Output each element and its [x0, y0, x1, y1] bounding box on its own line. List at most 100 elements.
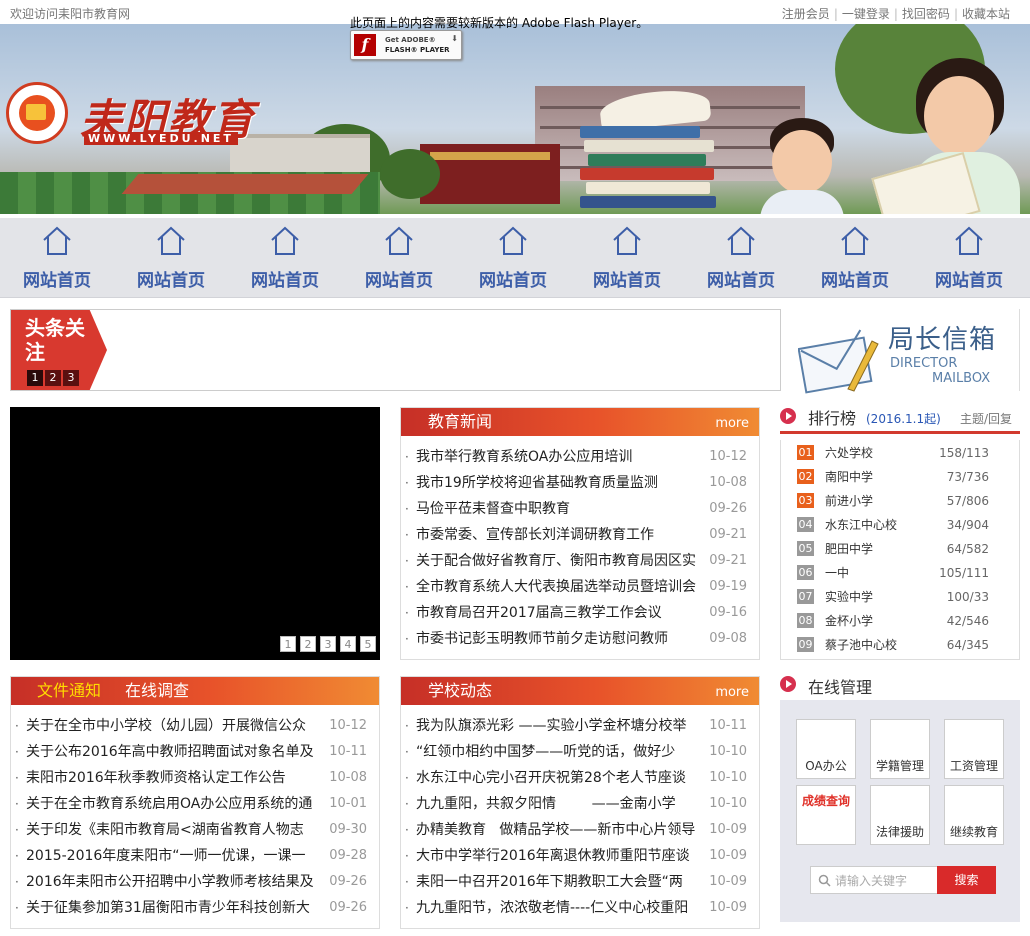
ranking-row[interactable]: 05 肥田中学 64/582 [781, 537, 1019, 561]
slide-page-1[interactable]: 1 [280, 636, 296, 652]
list-item[interactable]: · 2016年耒阳市公开招聘中小学教师考核结果及 09-26 [11, 869, 379, 895]
nav-item-home[interactable]: 网站首页 [570, 218, 684, 298]
mailbox-subtitle-2: MAILBOX [932, 371, 991, 386]
ranking-row[interactable]: 01 六处学校 158/113 [781, 441, 1019, 465]
more-link[interactable]: more [715, 685, 749, 700]
list-item[interactable]: · 耒阳一中召开2016年下期教职工大会暨“两 10-09 [401, 869, 759, 895]
register-link[interactable]: 注册会员 [782, 7, 830, 21]
oa-office-button[interactable]: OA办公 [796, 719, 856, 779]
list-item[interactable]: · 大市中学举行2016年离退休教师重阳节座谈 10-09 [401, 843, 759, 869]
nav-item-home[interactable]: 网站首页 [0, 218, 114, 298]
panel-header: 学校动态 more [401, 677, 759, 705]
link-divider: | [953, 7, 958, 21]
ranking-row[interactable]: 08 金杯小学 42/546 [781, 609, 1019, 633]
nav-item-home[interactable]: 网站首页 [684, 218, 798, 298]
headline-box: 头条关注 123 [10, 309, 781, 391]
search-icon [818, 874, 831, 887]
ranking-row[interactable]: 09 蔡子池中心校 64/345 [781, 633, 1019, 657]
ranking-row[interactable]: 06 一中 105/111 [781, 561, 1019, 585]
arrow-circle-icon [780, 676, 796, 692]
more-link[interactable]: more [715, 416, 749, 431]
bookmark-link[interactable]: 收藏本站 [962, 7, 1010, 21]
slide-page-2[interactable]: 2 [300, 636, 316, 652]
list-item[interactable]: · 九九重阳，共叙夕阳情 ——金南小学 10-10 [401, 791, 759, 817]
flash-logo-icon: f [354, 34, 376, 56]
continuing-education-button[interactable]: 继续教育 [944, 785, 1004, 845]
headline-page-1[interactable]: 1 [27, 370, 43, 386]
salary-management-button[interactable]: 工资管理 [944, 719, 1004, 779]
list-item[interactable]: · 我市19所学校将迎省基础教育质量监测 10-08 [401, 470, 759, 496]
list-item[interactable]: · 2015-2016年度耒阳市“一师一优课，一课一 09-28 [11, 843, 379, 869]
nav-item-home[interactable]: 网站首页 [342, 218, 456, 298]
home-icon [43, 226, 71, 255]
ranking-row[interactable]: 07 实验中学 100/33 [781, 585, 1019, 609]
flash-button-line1: Get ADOBE® [385, 36, 436, 44]
video-slideshow[interactable]: 12345 [10, 407, 380, 660]
header-banner: 耒阳教育 WWW.LYEDU.NET [0, 24, 1030, 214]
list-item[interactable]: · 市委书记彭玉明教师节前夕走访慰问教师 09-08 [401, 626, 759, 652]
list-item[interactable]: · 关于在全市中小学校（幼儿园）开展微信公众 10-12 [11, 713, 379, 739]
director-mailbox[interactable]: 局长信箱 DIRECTOR MAILBOX [790, 309, 1020, 394]
online-management-title: 在线管理 [808, 678, 873, 697]
legal-aid-button[interactable]: 法律援助 [870, 785, 930, 845]
headline-badge-text: 头条关注 [25, 316, 85, 364]
list-item[interactable]: · 关于配合做好省教育厅、衡阳市教育局因区实 09-21 [401, 548, 759, 574]
headline-page-2[interactable]: 2 [45, 370, 61, 386]
envelope-icon [798, 329, 879, 394]
tab-online-survey[interactable]: 在线调查 [125, 677, 189, 705]
school-news-list: · 我为队旗添光彩 ——实验小学金杯塘分校举 10-11 · “红领巾相约中国梦——听… [401, 713, 759, 921]
ranking-header: 排行榜 (2016.1.1起) 主题/回复 [780, 404, 1020, 434]
nav-item-home[interactable]: 网站首页 [228, 218, 342, 298]
headline-page-3[interactable]: 3 [63, 370, 79, 386]
nav-item-home[interactable]: 网站首页 [456, 218, 570, 298]
list-item[interactable]: · 关于在全市教育系统启用OA办公应用系统的通 10-01 [11, 791, 379, 817]
list-item[interactable]: · 关于征集参加第31届衡阳市青少年科技创新大 09-26 [11, 895, 379, 921]
ranking-list: 01 六处学校 158/113 02 南阳中学 73/736 03 前进小学 57/806 … [780, 440, 1020, 660]
list-item[interactable]: · 我为队旗添光彩 ——实验小学金杯塘分校举 10-11 [401, 713, 759, 739]
list-item[interactable]: · 市教育局召开2017届高三教学工作会议 09-16 [401, 600, 759, 626]
list-item[interactable]: · 马俭平莅耒督查中职教育 09-26 [401, 496, 759, 522]
download-arrow-icon: ⬇ [451, 34, 458, 43]
link-divider: | [833, 7, 838, 21]
tab-file-notices[interactable]: 文件通知 [11, 677, 114, 705]
search-button[interactable]: 搜索 [937, 866, 996, 894]
list-item[interactable]: · 耒阳市2016年秋季教师资格认定工作公告 10-08 [11, 765, 379, 791]
slide-page-5[interactable]: 5 [360, 636, 376, 652]
nav-item-home[interactable]: 网站首页 [114, 218, 228, 298]
list-item[interactable]: · “红领巾相约中国梦——听党的话，做好少 10-10 [401, 739, 759, 765]
get-flash-player-button[interactable]: f Get ADOBE® FLASH® PLAYER ⬇ [350, 30, 462, 60]
slide-page-4[interactable]: 4 [340, 636, 356, 652]
list-item[interactable]: · 关于印发《耒阳市教育局<湖南省教育人物志 09-30 [11, 817, 379, 843]
list-item[interactable]: · 我市举行教育系统OA办公应用培训 10-12 [401, 444, 759, 470]
panel-title: 学校动态 [428, 681, 493, 700]
student-records-button[interactable]: 学籍管理 [870, 719, 930, 779]
nav-item-home[interactable]: 网站首页 [912, 218, 1026, 298]
logo-emblem-icon [6, 82, 68, 144]
banner-girl-photo [871, 54, 1030, 214]
ranking-row[interactable]: 03 前进小学 57/806 [781, 489, 1019, 513]
banner-boy-photo [752, 112, 847, 214]
search-input[interactable]: 请输入关键字 [810, 866, 938, 894]
grade-query-button[interactable]: 成绩查询 [796, 785, 856, 845]
ranking-since: (2016.1.1起) [866, 412, 941, 426]
education-news-panel: 教育新闻 more · 我市举行教育系统OA办公应用培训 10-12 · 我市19所学… [400, 407, 760, 660]
list-item[interactable]: · 水东江中心完小召开庆祝第28个老人节座谈 10-10 [401, 765, 759, 791]
arrow-circle-icon [780, 408, 796, 424]
main-nav: 网站首页 网站首页 网站首页 网站首页 网站首页 网站首页 网站首页 网站首页 … [0, 218, 1030, 298]
list-item[interactable]: · 全市教育系统人大代表换届选举动员暨培训会 09-19 [401, 574, 759, 600]
ranking-row[interactable]: 04 水东江中心校 34/904 [781, 513, 1019, 537]
slide-page-3[interactable]: 3 [320, 636, 336, 652]
welcome-text: 欢迎访问耒阳市教育网 [10, 7, 131, 21]
search-placeholder: 请输入关键字 [835, 874, 908, 888]
nav-item-home[interactable]: 网站首页 [798, 218, 912, 298]
login-link[interactable]: 一键登录 [842, 7, 890, 21]
list-item[interactable]: · 九九重阳节，浓浓敬老情----仁义中心校重阳 10-09 [401, 895, 759, 921]
list-item[interactable]: · 关于公布2016年高中教师招聘面试对象名单及 10-11 [11, 739, 379, 765]
ranking-row[interactable]: 02 南阳中学 73/736 [781, 465, 1019, 489]
banner-tree [380, 149, 440, 199]
home-icon [727, 226, 755, 255]
list-item[interactable]: · 办精美教育 做精品学校——新市中心片领导 10-09 [401, 817, 759, 843]
list-item[interactable]: · 市委常委、宣传部长刘洋调研教育工作 09-21 [401, 522, 759, 548]
recover-password-link[interactable]: 找回密码 [902, 7, 950, 21]
banner-book-stack [580, 116, 720, 211]
